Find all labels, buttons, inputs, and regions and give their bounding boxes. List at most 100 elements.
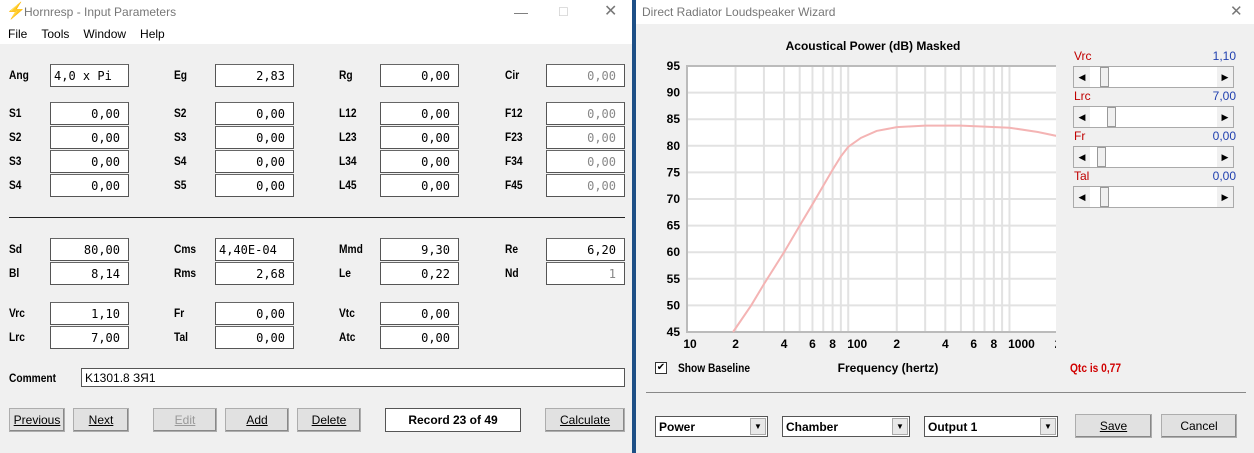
- param-label: Atc: [339, 330, 356, 344]
- slider-tal[interactable]: ◀ ▶: [1073, 186, 1234, 208]
- param-input-re[interactable]: 6,20: [546, 238, 625, 261]
- param-input-s4[interactable]: 0,00: [215, 150, 294, 173]
- x-tick-label: 2: [1055, 337, 1056, 351]
- dropdown-value: Chamber: [786, 420, 839, 434]
- title-bar: Direct Radiator Loudspeaker Wizard ✕: [636, 0, 1254, 24]
- param-input-nd[interactable]: 1: [546, 262, 625, 285]
- param-input-tal[interactable]: 0,00: [215, 326, 294, 349]
- chevron-down-icon: ▼: [892, 418, 908, 435]
- param-input-eg[interactable]: 2,83: [215, 64, 294, 87]
- param-input-l23[interactable]: 0,00: [380, 126, 459, 149]
- menu-bar: File Tools Window Help: [0, 24, 632, 44]
- slider-label: Lrc: [1074, 89, 1091, 103]
- show-baseline-checkbox[interactable]: ✔: [655, 362, 667, 374]
- param-input-ang[interactable]: 4,0 x Pi: [50, 64, 129, 87]
- param-input-le[interactable]: 0,22: [380, 262, 459, 285]
- menu-window[interactable]: Window: [83, 27, 126, 41]
- slider-value: 0,00: [1212, 169, 1236, 183]
- param-input-l45[interactable]: 0,00: [380, 174, 459, 197]
- param-label: F12: [505, 106, 523, 120]
- save-label: Save: [1099, 419, 1128, 433]
- menu-file[interactable]: File: [8, 27, 27, 41]
- param-input-s3[interactable]: 0,00: [215, 126, 294, 149]
- x-tick-label: 100: [847, 337, 867, 351]
- param-input-vrc[interactable]: 1,10: [50, 302, 129, 325]
- output-type-dropdown[interactable]: Power ▼: [655, 416, 768, 437]
- output-dropdown[interactable]: Output 1 ▼: [924, 416, 1058, 437]
- param-input-f45[interactable]: 0,00: [546, 174, 625, 197]
- param-label: F23: [505, 130, 523, 144]
- menu-help[interactable]: Help: [140, 27, 165, 41]
- param-input-s2[interactable]: 0,00: [50, 126, 129, 149]
- x-tick-label: 8: [829, 337, 836, 351]
- param-label: Mmd: [339, 242, 363, 256]
- close-button[interactable]: ✕: [604, 0, 617, 24]
- x-tick-label: 6: [970, 337, 977, 351]
- slider-fr[interactable]: ◀ ▶: [1073, 146, 1234, 168]
- slider-thumb[interactable]: [1099, 67, 1109, 87]
- arrow-right-icon[interactable]: ▶: [1217, 107, 1233, 127]
- param-input-fr[interactable]: 0,00: [215, 302, 294, 325]
- cancel-button[interactable]: Cancel: [1161, 414, 1237, 438]
- param-input-s1[interactable]: 0,00: [50, 102, 129, 125]
- chamber-dropdown[interactable]: Chamber ▼: [782, 416, 910, 437]
- arrow-left-icon[interactable]: ◀: [1074, 107, 1090, 127]
- slider-vrc[interactable]: ◀ ▶: [1073, 66, 1234, 88]
- param-input-lrc[interactable]: 7,00: [50, 326, 129, 349]
- arrow-right-icon[interactable]: ▶: [1217, 147, 1233, 167]
- save-button[interactable]: Save: [1075, 414, 1152, 438]
- slider-thumb[interactable]: [1099, 187, 1109, 207]
- arrow-right-icon[interactable]: ▶: [1217, 187, 1233, 207]
- param-input-s2[interactable]: 0,00: [215, 102, 294, 125]
- delete-button[interactable]: Delete: [297, 408, 361, 432]
- param-label: Re: [505, 242, 519, 256]
- slider-lrc[interactable]: ◀ ▶: [1073, 106, 1234, 128]
- slider-thumb[interactable]: [1106, 107, 1116, 127]
- param-input-bl[interactable]: 8,14: [50, 262, 129, 285]
- param-label: Tal: [174, 330, 188, 344]
- param-input-s3[interactable]: 0,00: [50, 150, 129, 173]
- param-input-sd[interactable]: 80,00: [50, 238, 129, 261]
- maximize-button[interactable]: ☐: [558, 0, 569, 24]
- show-baseline-label[interactable]: Show Baseline: [678, 361, 750, 375]
- next-button[interactable]: Next: [73, 408, 129, 432]
- minimize-button[interactable]: —: [514, 0, 528, 24]
- param-label: F34: [505, 154, 523, 168]
- param-input-f12[interactable]: 0,00: [546, 102, 625, 125]
- next-label: Next: [88, 413, 114, 427]
- arrow-right-icon[interactable]: ▶: [1217, 67, 1233, 87]
- x-tick-label: 8: [990, 337, 997, 351]
- param-input-atc[interactable]: 0,00: [380, 326, 459, 349]
- divider: [646, 392, 1246, 393]
- param-input-rms[interactable]: 2,68: [215, 262, 294, 285]
- close-button[interactable]: ✕: [1230, 0, 1243, 24]
- calculate-label: Calculate: [559, 413, 611, 427]
- divider: [9, 217, 625, 218]
- param-input-f23[interactable]: 0,00: [546, 126, 625, 149]
- calculate-button[interactable]: Calculate: [545, 408, 625, 432]
- edit-button[interactable]: Edit: [153, 408, 217, 432]
- menu-tools[interactable]: Tools: [41, 27, 69, 41]
- param-input-vtc[interactable]: 0,00: [380, 302, 459, 325]
- param-label: Rg: [339, 68, 353, 82]
- add-button[interactable]: Add: [225, 408, 289, 432]
- comment-input[interactable]: K1301.8 ЗЯ1: [81, 368, 625, 387]
- param-input-mmd[interactable]: 9,30: [380, 238, 459, 261]
- slider-value: 7,00: [1212, 89, 1236, 103]
- param-input-cir[interactable]: 0,00: [546, 64, 625, 87]
- param-input-s4[interactable]: 0,00: [50, 174, 129, 197]
- param-label: Vtc: [339, 306, 355, 320]
- param-input-cms[interactable]: 4,40E-04: [215, 238, 294, 261]
- param-input-f34[interactable]: 0,00: [546, 150, 625, 173]
- dropdown-value: Power: [659, 420, 696, 434]
- slider-thumb[interactable]: [1097, 147, 1107, 167]
- previous-button[interactable]: Previous: [9, 408, 65, 432]
- y-tick-label: 50: [667, 298, 681, 312]
- param-input-s5[interactable]: 0,00: [215, 174, 294, 197]
- param-input-l12[interactable]: 0,00: [380, 102, 459, 125]
- arrow-left-icon[interactable]: ◀: [1074, 187, 1090, 207]
- arrow-left-icon[interactable]: ◀: [1074, 67, 1090, 87]
- arrow-left-icon[interactable]: ◀: [1074, 147, 1090, 167]
- param-input-rg[interactable]: 0,00: [380, 64, 459, 87]
- param-input-l34[interactable]: 0,00: [380, 150, 459, 173]
